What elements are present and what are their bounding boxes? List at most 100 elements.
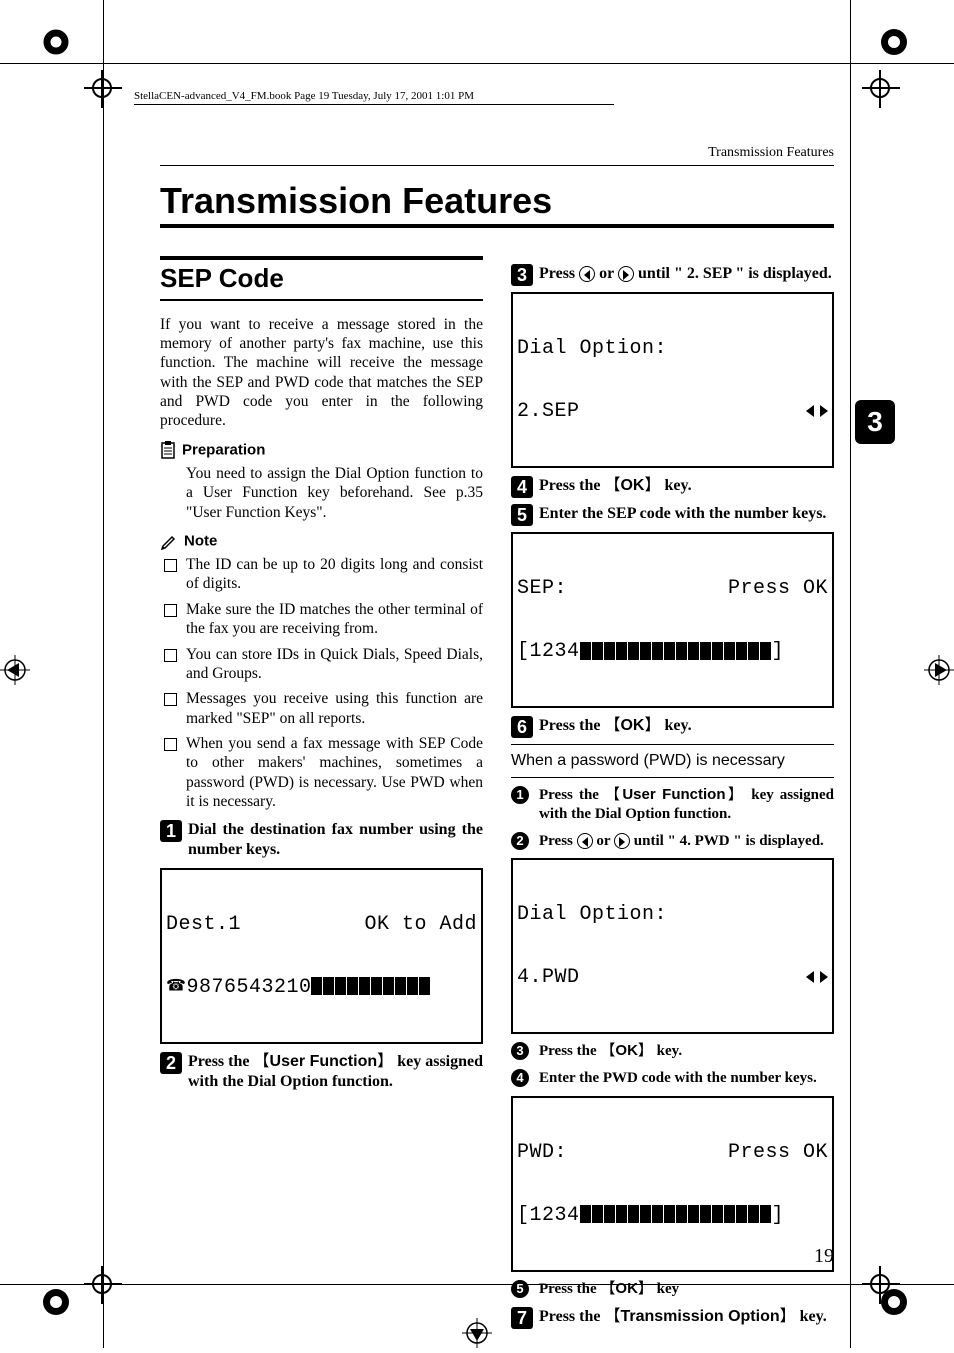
step-number-icon: 5 (511, 504, 533, 526)
note-item: Make sure the ID matches the other termi… (164, 600, 483, 639)
step-number-icon: 3 (511, 264, 533, 286)
ok-key: OK (604, 477, 660, 494)
note-label: Note (184, 532, 217, 549)
pwd-subsection: When a password (PWD) is necessary 1 Pre… (511, 744, 834, 1299)
lcd-block-cursor (580, 1205, 772, 1226)
step-3-text-a: Press (539, 265, 579, 282)
lcd-pwd-entry: PWD: Press OK [1234] (511, 1096, 834, 1272)
preparation-label: Preparation (182, 441, 265, 458)
user-function-key: User Function (605, 786, 745, 803)
chapter-title: Transmission Features (160, 180, 834, 228)
crop-line-top (0, 63, 954, 64)
section-title: SEP Code (160, 256, 483, 301)
lcd-pwd-value: [1234 (517, 1204, 580, 1227)
note-item: You can store IDs in Quick Dials, Speed … (164, 645, 483, 684)
lcd-dest-number: 9876543210 (186, 976, 311, 999)
chapter-tab: 3 (855, 400, 895, 444)
registration-arrow-left (0, 655, 30, 685)
lcd-dest-line1-left: Dest.1 (166, 914, 241, 935)
registration-mark-tr (876, 24, 916, 64)
step-2: 2 Press the User Function key assigned w… (160, 1052, 483, 1092)
page-number: 19 (814, 1245, 834, 1268)
lcd-dialopt-pwd-line1: Dial Option: (517, 904, 828, 925)
step-bullet-icon: 2 (511, 832, 529, 850)
note-list: The ID can be up to 20 digits long and c… (164, 555, 483, 812)
pwd-step-5b: key (653, 1281, 679, 1297)
step-6: 6 Press the OK key. (511, 716, 834, 736)
step-4-text-a: Press the (539, 477, 604, 494)
right-arrow-icon (614, 833, 630, 849)
step-3: 3 Press or until " 2. SEP " is displayed… (511, 264, 834, 284)
left-right-triangles-icon (806, 401, 828, 422)
note-item: When you send a fax message with SEP Cod… (164, 734, 483, 812)
ok-key: OK (604, 717, 660, 734)
step-number-icon: 1 (160, 820, 182, 842)
lcd-sep-line1-left: SEP: (517, 578, 567, 599)
user-function-key: User Function (254, 1053, 394, 1070)
note-item: Messages you receive using this function… (164, 689, 483, 728)
step-2-text-a: Press the (188, 1053, 254, 1070)
note-heading: Note (160, 532, 483, 551)
lcd-sep-value: [1234 (517, 640, 580, 663)
registration-mark-tl (38, 24, 78, 64)
step-bullet-icon: 1 (511, 786, 529, 804)
divider (511, 777, 834, 778)
pencil-icon (160, 532, 178, 551)
step-bullet-icon: 4 (511, 1069, 529, 1087)
step-7-text-b: key. (796, 1308, 827, 1325)
lcd-dialopt-sep: Dial Option: 2.SEP (511, 292, 834, 468)
step-5-text: Enter the SEP code with the number keys. (539, 505, 826, 522)
lcd-sep-line1-right: Press OK (728, 578, 828, 599)
crop-line-right (850, 0, 851, 1348)
lcd-sep-suffix: ] (772, 640, 785, 663)
divider (511, 744, 834, 745)
step-1: 1 Dial the destination fax number using … (160, 820, 483, 860)
pwd-step-1a: Press the (539, 787, 605, 803)
ok-key: OK (600, 1042, 653, 1059)
pwd-step-4: 4 Enter the PWD code with the number key… (511, 1069, 834, 1088)
step-number-icon: 6 (511, 716, 533, 738)
step-number-icon: 2 (160, 1052, 182, 1074)
right-arrow-icon (618, 266, 634, 282)
lcd-dialopt-sep-line2: 2.SEP (517, 401, 580, 422)
step-7-text-a: Press the (539, 1308, 604, 1325)
registration-cross-tl (88, 74, 118, 104)
step-6-text-a: Press the (539, 717, 604, 734)
registration-arrow-right (924, 655, 954, 685)
lcd-pwd-line1-right: Press OK (728, 1142, 828, 1163)
preparation-heading: Preparation (160, 441, 483, 460)
right-column: 3 Press or until " 2. SEP " is displayed… (511, 256, 834, 1335)
registration-cross-br (866, 1270, 896, 1300)
note-item: The ID can be up to 20 digits long and c… (164, 555, 483, 594)
pwd-step-3b: key. (653, 1043, 682, 1059)
lcd-dialopt-pwd: Dial Option: 4.PWD (511, 858, 834, 1034)
lcd-dialopt-pwd-line2: 4.PWD (517, 967, 580, 988)
pwd-step-4-text: Enter the PWD code with the number keys. (539, 1070, 817, 1086)
ok-key: OK (600, 1280, 653, 1297)
step-6-text-b: key. (661, 717, 692, 734)
registration-cross-tr (866, 74, 896, 104)
lcd-block-cursor (580, 641, 772, 662)
step-7: 7 Press the Transmission Option key. (511, 1307, 834, 1327)
running-head: Transmission Features (160, 145, 834, 166)
lcd-block-cursor (311, 977, 431, 998)
pwd-step-2: 2 Press or until " 4. PWD " is displayed… (511, 832, 834, 851)
page-content: StellaCEN-advanced_V4_FM.book Page 19 Tu… (160, 90, 834, 1258)
step-3-text-b: or (595, 265, 618, 282)
lcd-dest: Dest.1 OK to Add ☎9876543210 (160, 868, 483, 1044)
registration-mark-bl (38, 1284, 78, 1324)
pwd-step-3a: Press the (539, 1043, 600, 1059)
pwd-step-2a: Press (539, 833, 577, 849)
left-right-triangles-icon (806, 967, 828, 988)
step-bullet-icon: 5 (511, 1280, 529, 1298)
preparation-text: You need to assign the Dial Option funct… (186, 464, 483, 522)
lcd-pwd-line1-left: PWD: (517, 1142, 567, 1163)
step-5: 5 Enter the SEP code with the number key… (511, 504, 834, 524)
transmission-option-key: Transmission Option (604, 1308, 795, 1325)
book-file-header: StellaCEN-advanced_V4_FM.book Page 19 Tu… (134, 90, 614, 105)
pwd-step-3: 3 Press the OK key. (511, 1042, 834, 1061)
lcd-dest-line1-right: OK to Add (364, 914, 477, 935)
step-4-text-b: key. (661, 477, 692, 494)
lcd-dialopt-sep-line1: Dial Option: (517, 338, 828, 359)
registration-cross-bl (88, 1270, 118, 1300)
